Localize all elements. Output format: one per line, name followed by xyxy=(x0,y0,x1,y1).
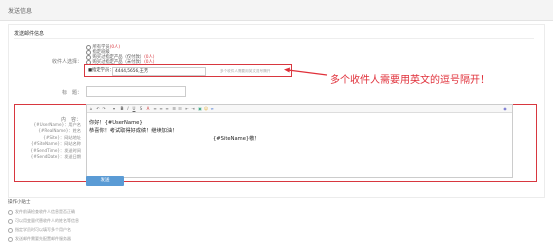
section-divider xyxy=(14,38,534,39)
variables-list: {#UserName}：用户名 {#RealName}：姓名 {#Site}：网… xyxy=(18,122,81,160)
tip-item: 可以用变量代替收件人的姓名等信息 xyxy=(8,218,79,224)
bullet-icon xyxy=(8,236,13,242)
page-title: 发送信息 xyxy=(8,8,33,15)
strikethrough-icon[interactable]: S xyxy=(139,106,143,111)
indent-icon[interactable]: ⇥ xyxy=(191,106,195,111)
fullscreen-icon[interactable]: ◉ xyxy=(503,106,507,111)
emoticon-icon[interactable]: ☺ xyxy=(204,106,208,111)
recipients-hint: 多个收件人需要用英文逗号隔开 xyxy=(220,68,271,73)
editor-line: 你好！{#UserName} xyxy=(89,120,143,126)
bold-icon[interactable]: B xyxy=(120,106,124,111)
variable-item: {#SendDate}：发送日期 xyxy=(30,154,81,160)
recipients-input-value: 4444,5656,王芳 xyxy=(115,69,149,74)
callout-arrow-icon xyxy=(284,67,328,76)
recipients-label: 收件人选择： xyxy=(51,59,82,65)
bullet-icon xyxy=(8,209,13,215)
underline-icon[interactable]: U xyxy=(132,106,136,111)
tip-text: 发件前请检查收件人信息是否正确 xyxy=(15,209,75,214)
section-title: 发送邮件信息 xyxy=(14,31,45,37)
subject-label: 标 题： xyxy=(61,90,82,96)
tip-item: 发件前请检查收件人信息是否正确 xyxy=(8,209,75,215)
italic-icon[interactable]: I xyxy=(126,106,130,111)
editor-body[interactable]: 你好！{#UserName} 恭喜你！考试取得好成绩！继续加油！ {#SiteN… xyxy=(87,113,512,175)
ordered-list-icon[interactable]: ☰ xyxy=(172,106,176,111)
editor-line: {#SiteName}敬！ xyxy=(213,136,260,142)
recipients-input[interactable]: 4444,5656,王芳 xyxy=(112,66,206,76)
editor-line: 恭喜你！考试取得好成绩！继续加油！ xyxy=(89,128,178,134)
font-color-icon[interactable]: A xyxy=(146,106,150,111)
align-left-icon[interactable]: ≡ xyxy=(153,106,157,111)
unordered-list-icon[interactable]: ☷ xyxy=(178,106,182,111)
link-icon[interactable]: ∞ xyxy=(210,106,214,111)
align-right-icon[interactable]: ≡ xyxy=(165,106,169,111)
bullet-icon xyxy=(8,218,13,224)
image-icon[interactable]: ▣ xyxy=(198,106,202,111)
radio-count: (0人) xyxy=(109,45,121,50)
tip-text: 发送邮件需要先配置邮件服务器 xyxy=(15,236,71,241)
align-center-icon[interactable]: ≡ xyxy=(159,106,163,111)
tip-text: 指定学员时可以填写多个用户名 xyxy=(15,227,71,232)
undo-icon[interactable]: ↶ xyxy=(96,106,100,111)
outdent-icon[interactable]: ⇤ xyxy=(185,106,189,111)
content-editor[interactable]: ⌂ ↶ ↷ ▾ B I U S A ≡ ≡ ≡ ☰ ☷ ⇤ ⇥ ▣ ☺ ∞ ◉ … xyxy=(86,104,513,178)
callout-text: 多个收件人需要用英文的逗号隔开！ xyxy=(330,75,490,86)
redo-icon[interactable]: ↷ xyxy=(102,106,106,111)
tip-item: 指定学员时可以填写多个用户名 xyxy=(8,227,71,233)
bullet-icon xyxy=(8,227,13,233)
specific-student-label: ■指定学员： xyxy=(88,68,114,73)
font-size-icon[interactable]: ▾ xyxy=(112,106,116,111)
radio-specific-student[interactable]: ■指定学员： xyxy=(88,67,114,73)
tips-title: 操作小贴士 xyxy=(8,200,31,205)
top-bar xyxy=(0,0,553,21)
tip-text: 可以用变量代替收件人的姓名等信息 xyxy=(15,218,79,223)
source-code-icon[interactable]: ⌂ xyxy=(89,106,93,111)
editor-toolbar: ⌂ ↶ ↷ ▾ B I U S A ≡ ≡ ≡ ☰ ☷ ⇤ ⇥ ▣ ☺ ∞ ◉ xyxy=(87,105,512,113)
tip-item: 发送邮件需要先配置邮件服务器 xyxy=(8,236,71,242)
send-button[interactable]: 发送 xyxy=(86,176,124,186)
subject-input[interactable] xyxy=(86,86,186,97)
